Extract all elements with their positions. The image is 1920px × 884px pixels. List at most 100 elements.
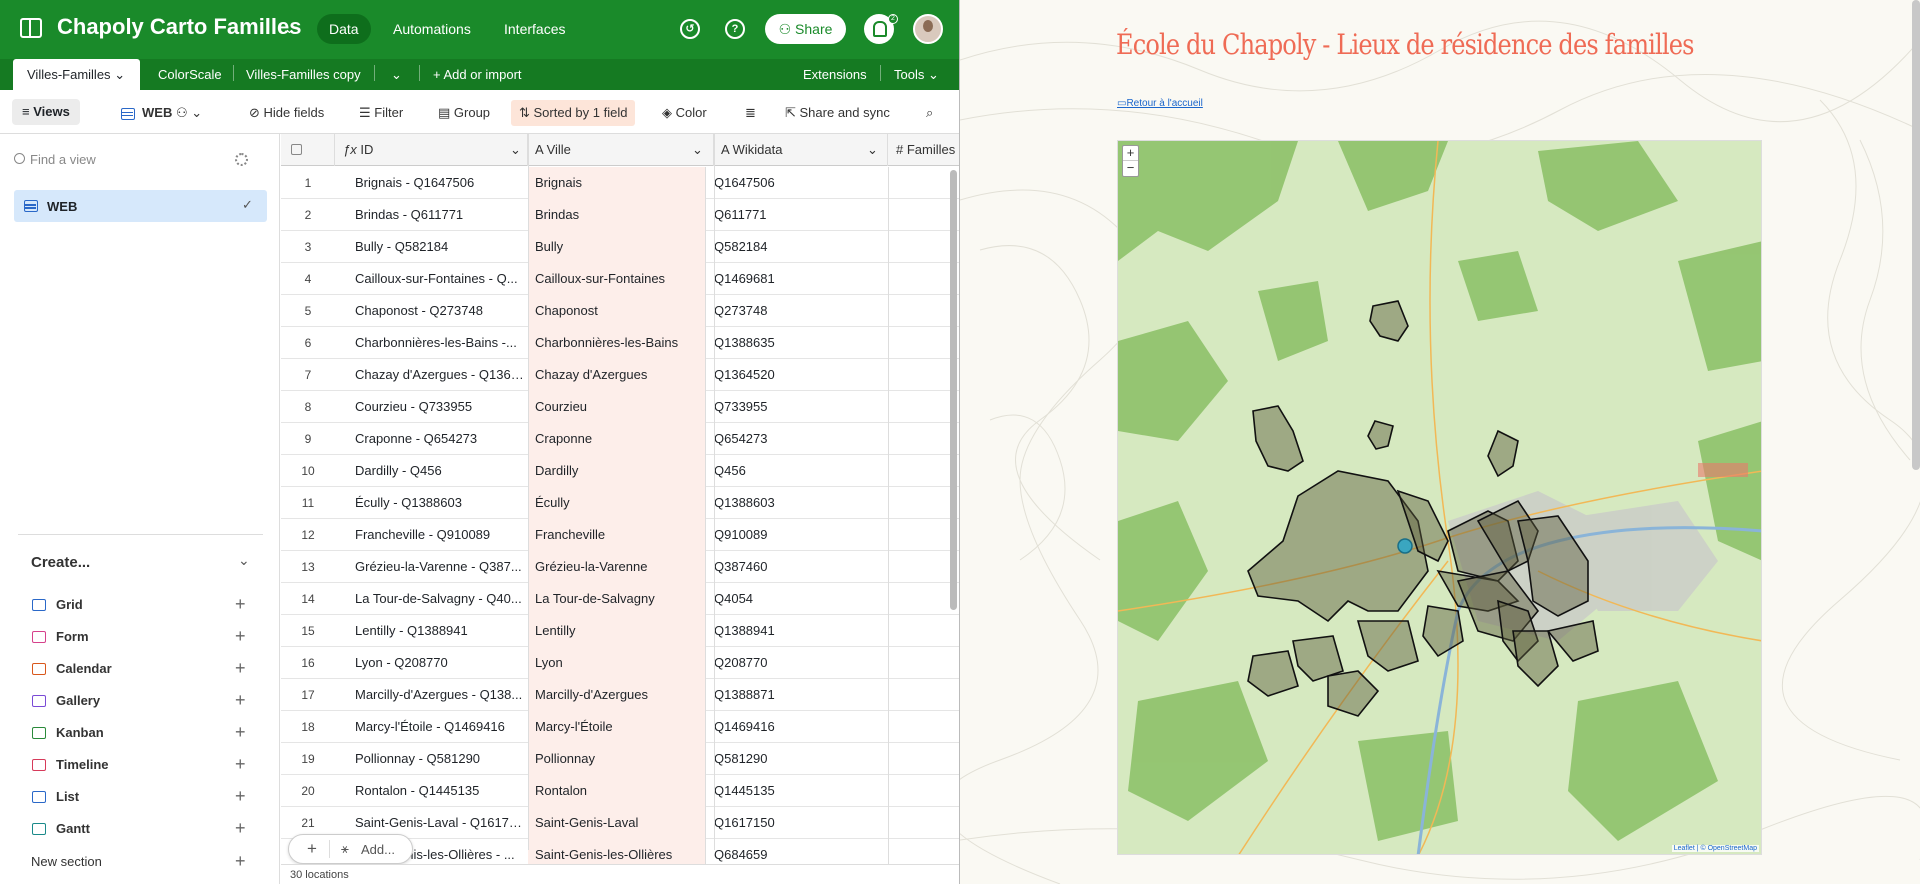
row-height-icon[interactable]: ≣ [745, 102, 756, 124]
table-row[interactable]: 2 Brindas - Q611771 Brindas Q611771 [281, 199, 959, 231]
create-gallery[interactable]: Gallery + [30, 690, 255, 712]
cell-id[interactable]: Courzieu - Q733955 [355, 391, 525, 423]
cell-ville[interactable]: Marcy-l'Étoile [528, 711, 706, 743]
plus-icon[interactable]: + [235, 690, 246, 711]
table-row[interactable]: 16 Lyon - Q208770 Lyon Q208770 [281, 647, 959, 679]
cell-id[interactable]: Grézieu-la-Varenne - Q387... [355, 551, 525, 583]
cell-wikidata[interactable]: Q1469681 [714, 263, 884, 295]
select-all-checkbox[interactable] [281, 134, 335, 166]
cell-familles[interactable] [888, 615, 959, 647]
table-row[interactable]: 6 Charbonnières-les-Bains -... Charbonnièr… [281, 327, 959, 359]
school-marker[interactable] [1397, 538, 1413, 554]
cell-wikidata[interactable]: Q733955 [714, 391, 884, 423]
cell-id[interactable]: Rontalon - Q1445135 [355, 775, 525, 807]
zoom-in-button[interactable]: + [1123, 146, 1138, 161]
create-calendar[interactable]: Calendar + [30, 658, 255, 680]
table-row[interactable]: 15 Lentilly - Q1388941 Lentilly Q1388941 [281, 615, 959, 647]
cell-wikidata[interactable]: Q208770 [714, 647, 884, 679]
plus-icon[interactable]: + [307, 839, 317, 859]
table-row[interactable]: 8 Courzieu - Q733955 Courzieu Q733955 [281, 391, 959, 423]
table-row[interactable]: 9 Craponne - Q654273 Craponne Q654273 [281, 423, 959, 455]
create-timeline[interactable]: Timeline + [30, 754, 255, 776]
create-section-title[interactable]: Create... [31, 554, 90, 571]
cell-ville[interactable]: Charbonnières-les-Bains [528, 327, 706, 359]
vertical-scrollbar[interactable] [950, 170, 957, 610]
cell-familles[interactable] [888, 647, 959, 679]
column-header-wikidata[interactable]: A Wikidata ⌄ [714, 134, 888, 166]
plus-icon[interactable]: + [235, 851, 246, 872]
cell-id[interactable]: La Tour-de-Salvagny - Q40... [355, 583, 525, 615]
cell-id[interactable]: Craponne - Q654273 [355, 423, 525, 455]
chevron-down-icon[interactable]: ⌄ [510, 134, 521, 166]
cell-ville[interactable]: Marcilly-d'Azergues [528, 679, 706, 711]
cell-id[interactable]: Pollionnay - Q581290 [355, 743, 525, 775]
cell-familles[interactable] [888, 775, 959, 807]
add-or-import-button[interactable]: + Add or import [433, 59, 522, 90]
tab-villes-familles[interactable]: Villes-Familles ⌄ [13, 59, 140, 90]
tab-colorscale[interactable]: ColorScale [158, 59, 222, 90]
cell-id[interactable]: Marcilly-d'Azergues - Q138... [355, 679, 525, 711]
plus-icon[interactable]: + [235, 658, 246, 679]
cell-id[interactable]: Marcy-l'Étoile - Q1469416 [355, 711, 525, 743]
cell-wikidata[interactable]: Q1388871 [714, 679, 884, 711]
table-row[interactable]: 7 Chazay d'Azergues - Q1364... Chazay d'Az… [281, 359, 959, 391]
cell-id[interactable]: Écully - Q1388603 [355, 487, 525, 519]
tools-button[interactable]: Tools ⌄ [894, 59, 939, 90]
cell-ville[interactable]: Francheville [528, 519, 706, 551]
gear-icon[interactable] [235, 153, 248, 166]
table-row[interactable]: 14 La Tour-de-Salvagny - Q40... La Tour-de… [281, 583, 959, 615]
cell-wikidata[interactable]: Q1388603 [714, 487, 884, 519]
chevron-down-icon[interactable]: ⌄ [284, 21, 295, 37]
cell-familles[interactable] [888, 679, 959, 711]
plus-icon[interactable]: + [235, 754, 246, 775]
cell-wikidata[interactable]: Q1469416 [714, 711, 884, 743]
cell-ville[interactable]: Pollionnay [528, 743, 706, 775]
cell-wikidata[interactable]: Q1445135 [714, 775, 884, 807]
cell-wikidata[interactable]: Q273748 [714, 295, 884, 327]
cell-id[interactable]: Cailloux-sur-Fontaines - Q... [355, 263, 525, 295]
cell-wikidata[interactable]: Q387460 [714, 551, 884, 583]
table-row[interactable]: 1 Brignais - Q1647506 Brignais Q1647506 [281, 167, 959, 199]
cell-wikidata[interactable]: Q1388941 [714, 615, 884, 647]
cell-ville[interactable]: Cailloux-sur-Fontaines [528, 263, 706, 295]
back-home-link[interactable]: ▭Retour à l'accueil [1117, 98, 1203, 109]
cell-wikidata[interactable]: Q910089 [714, 519, 884, 551]
help-icon[interactable]: ? [725, 19, 745, 39]
chevron-down-icon[interactable]: ⌄ [867, 134, 878, 166]
cell-ville[interactable]: Courzieu [528, 391, 706, 423]
cell-id[interactable]: Charbonnières-les-Bains -... [355, 327, 525, 359]
table-row[interactable]: 3 Bully - Q582184 Bully Q582184 [281, 231, 959, 263]
map-attribution[interactable]: Leaflet | © OpenStreetMap [1671, 845, 1759, 852]
user-avatar[interactable] [913, 14, 943, 44]
cell-id[interactable]: Brindas - Q611771 [355, 199, 525, 231]
cell-id[interactable]: Dardilly - Q456 [355, 455, 525, 487]
column-header-ville[interactable]: A Ville ⌄ [528, 134, 714, 166]
create-kanban[interactable]: Kanban + [30, 722, 255, 744]
table-row[interactable]: 11 Écully - Q1388603 Écully Q1388603 [281, 487, 959, 519]
base-title[interactable]: Chapoly Carto Familles [57, 14, 302, 40]
table-row[interactable]: 13 Grézieu-la-Varenne - Q387... Grézieu-la… [281, 551, 959, 583]
sort-button[interactable]: ⇅ Sorted by 1 field [511, 100, 636, 126]
table-row[interactable]: 18 Marcy-l'Étoile - Q1469416 Marcy-l'Étoil… [281, 711, 959, 743]
cell-wikidata[interactable]: Q4054 [714, 583, 884, 615]
vertical-scrollbar[interactable] [1912, 0, 1920, 470]
cell-id[interactable]: Brignais - Q1647506 [355, 167, 525, 199]
history-icon[interactable]: ↺ [680, 19, 700, 39]
cell-ville[interactable]: Rontalon [528, 775, 706, 807]
color-button[interactable]: ◈ Color [662, 102, 707, 124]
add-label[interactable]: Add... [361, 842, 395, 857]
map-tiles[interactable] [1118, 141, 1762, 855]
create-list[interactable]: List + [30, 786, 255, 808]
plus-icon[interactable]: + [235, 786, 246, 807]
cell-ville[interactable]: Saint-Genis-Laval [528, 807, 706, 839]
cell-id[interactable]: Chazay d'Azergues - Q1364... [355, 359, 525, 391]
cell-ville[interactable]: Chaponost [528, 295, 706, 327]
cell-ville[interactable]: La Tour-de-Salvagny [528, 583, 706, 615]
cell-wikidata[interactable]: Q1364520 [714, 359, 884, 391]
table-row[interactable]: 20 Rontalon - Q1445135 Rontalon Q1445135 [281, 775, 959, 807]
cell-ville[interactable]: Lyon [528, 647, 706, 679]
cell-wikidata[interactable]: Q1647506 [714, 167, 884, 199]
cell-wikidata[interactable]: Q1617150 [714, 807, 884, 839]
cell-familles[interactable] [888, 743, 959, 775]
table-row[interactable]: 5 Chaponost - Q273748 Chaponost Q273748 [281, 295, 959, 327]
